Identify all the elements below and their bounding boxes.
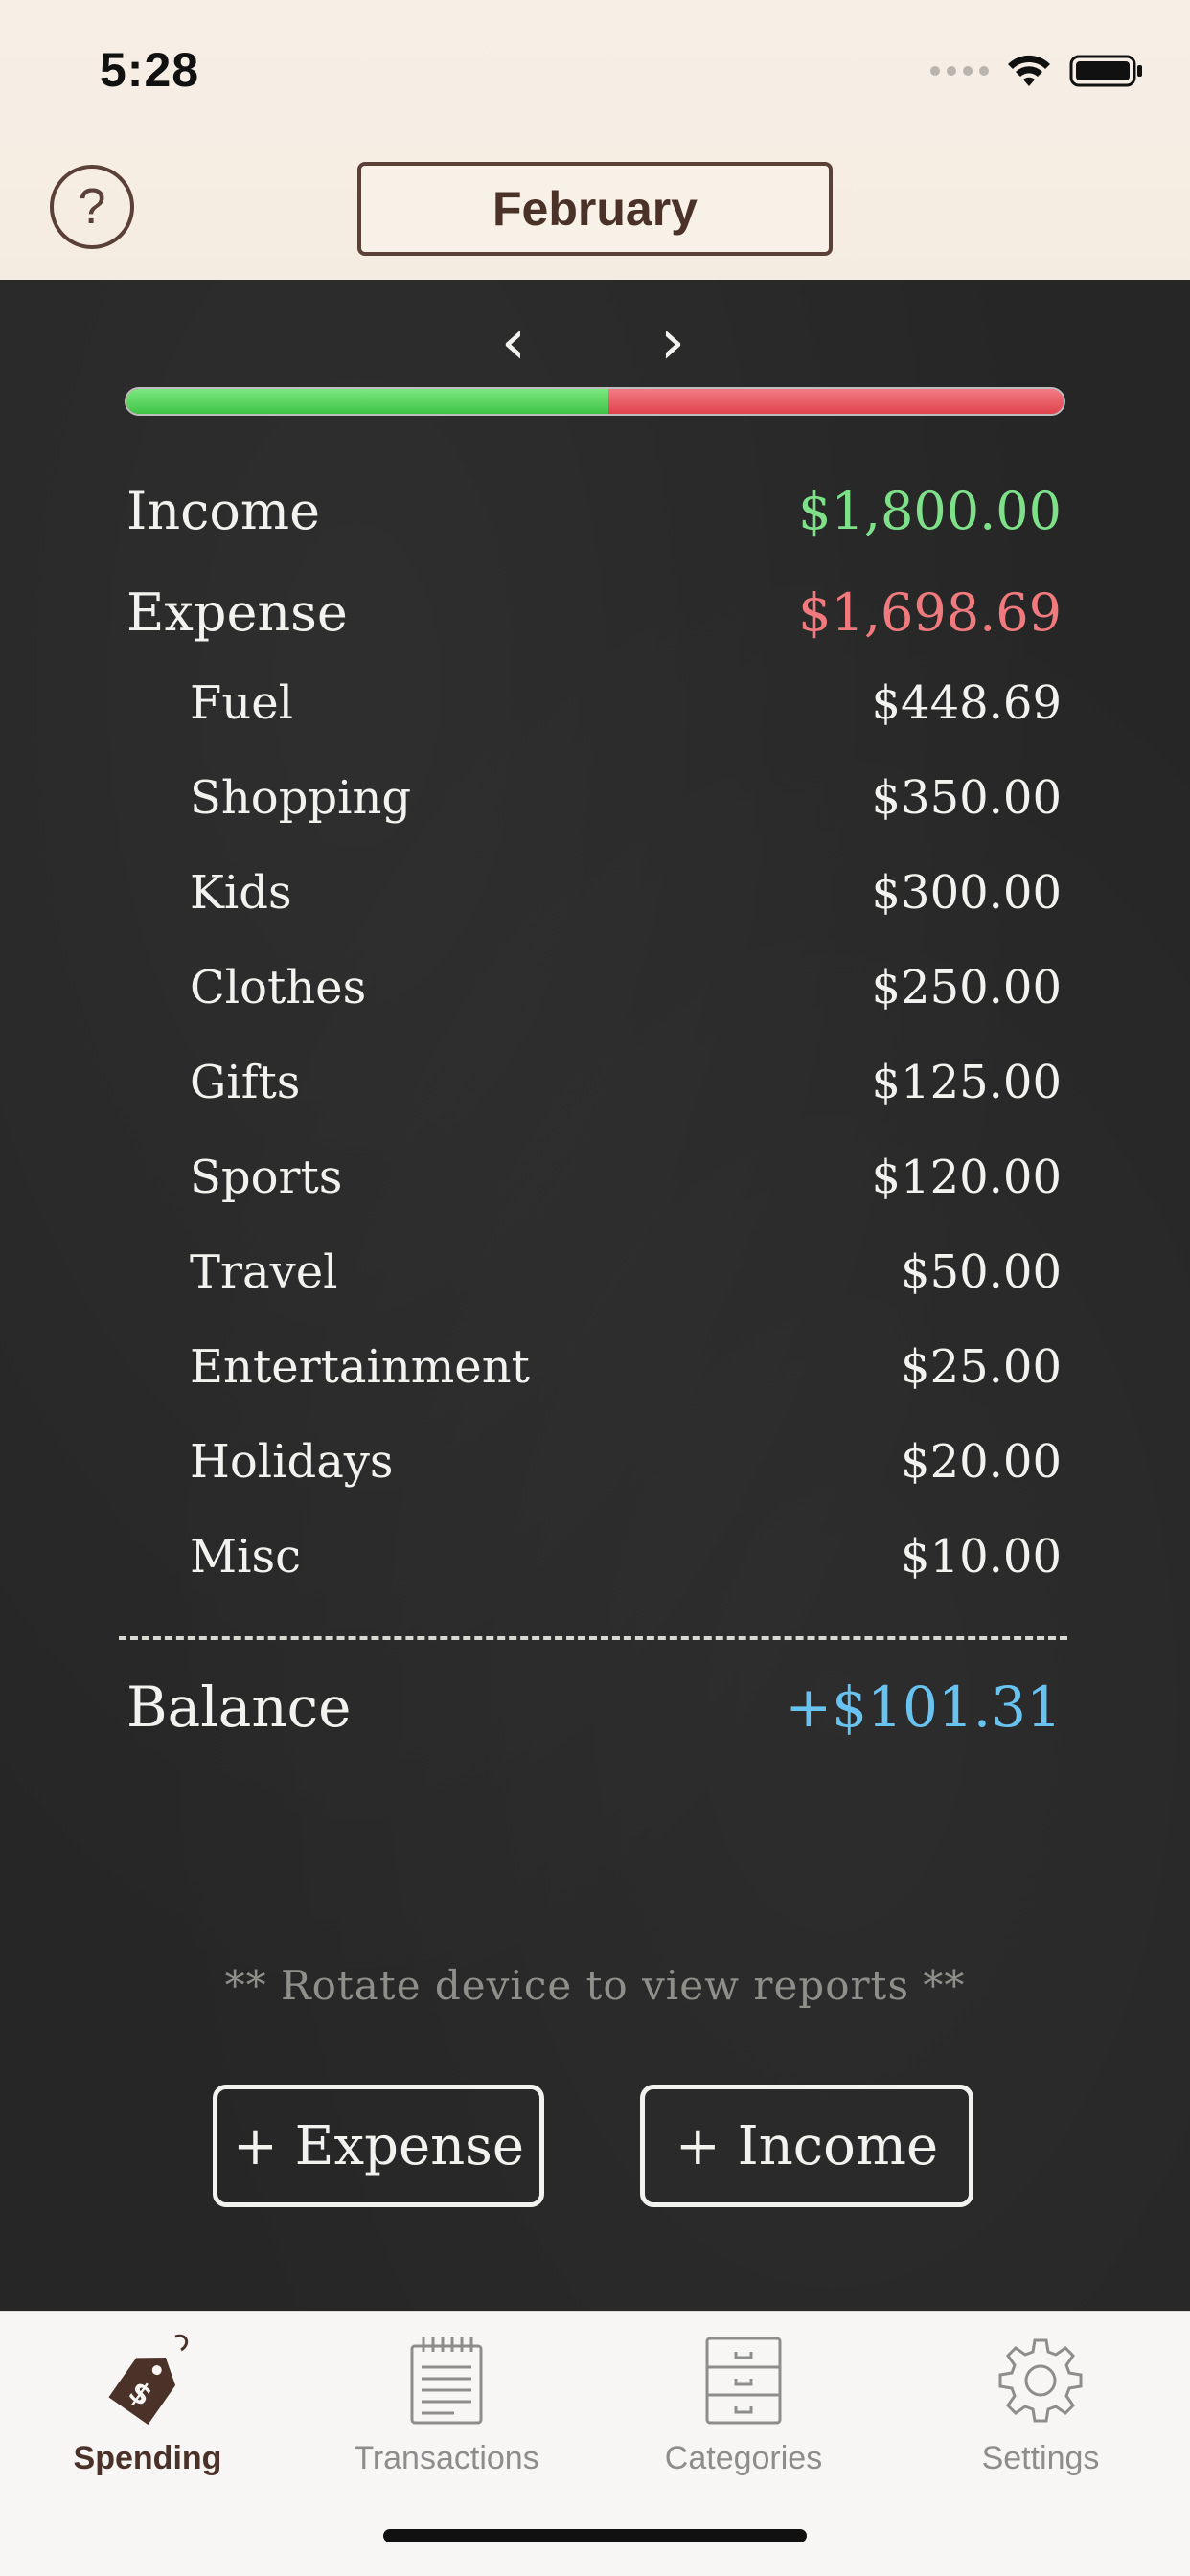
category-row: Gifts $125.00 xyxy=(0,1056,1190,1132)
category-row: Fuel $448.69 xyxy=(0,676,1190,753)
top-header: 5:28 ? February xyxy=(0,0,1190,280)
tab-settings-label: Settings xyxy=(981,2440,1100,2476)
status-time: 5:28 xyxy=(100,43,200,97)
category-amount: $448.69 xyxy=(871,676,1063,730)
gear-icon xyxy=(998,2338,1083,2423)
category-name: Fuel xyxy=(190,676,293,730)
rotate-hint: ** Rotate device to view reports ** xyxy=(224,1962,966,2009)
balance-label: Balance xyxy=(126,1675,352,1740)
notepad-icon xyxy=(410,2337,483,2425)
tab-settings[interactable]: Settings xyxy=(897,2331,1184,2477)
budget-progress-fill xyxy=(126,389,608,414)
price-tag-icon: $ xyxy=(108,2334,189,2426)
tab-categories-label: Categories xyxy=(664,2440,823,2476)
category-row: Entertainment $25.00 xyxy=(0,1340,1190,1417)
category-row: Sports $120.00 xyxy=(0,1151,1190,1227)
file-cabinet-icon xyxy=(705,2337,782,2425)
expense-row: Expense $1,698.69 xyxy=(0,582,1190,659)
category-row: Holidays $20.00 xyxy=(0,1435,1190,1512)
add-expense-button[interactable]: + Expense xyxy=(213,2085,544,2207)
category-amount: $20.00 xyxy=(901,1435,1062,1489)
category-name: Holidays xyxy=(190,1435,394,1489)
total-divider xyxy=(119,1636,1067,1640)
home-indicator xyxy=(383,2529,807,2542)
tab-spending-label: Spending xyxy=(73,2440,222,2476)
category-name: Sports xyxy=(190,1151,343,1204)
category-name: Entertainment xyxy=(190,1340,530,1394)
expense-value: $1,698.69 xyxy=(798,582,1062,643)
tab-spending[interactable]: $ Spending xyxy=(4,2331,291,2477)
category-row: Travel $50.00 xyxy=(0,1245,1190,1322)
tab-transactions-label: Transactions xyxy=(354,2440,539,2476)
balance-row: Balance +$101.31 xyxy=(0,1675,1190,1751)
income-row: Income $1,800.00 xyxy=(0,481,1190,558)
category-amount: $120.00 xyxy=(871,1151,1063,1204)
category-amount: $125.00 xyxy=(871,1056,1063,1109)
category-amount: $250.00 xyxy=(871,961,1063,1014)
category-name: Travel xyxy=(190,1245,338,1299)
help-button[interactable]: ? xyxy=(50,165,134,249)
income-label: Income xyxy=(126,481,321,541)
previous-month-button[interactable]: ‹ xyxy=(485,308,542,376)
next-month-button[interactable]: › xyxy=(644,308,701,376)
month-selector-button[interactable]: February xyxy=(357,162,833,256)
battery-icon xyxy=(1069,55,1142,87)
category-amount: $300.00 xyxy=(871,866,1063,920)
category-name: Clothes xyxy=(190,961,367,1014)
budget-progress-remaining xyxy=(607,389,1064,414)
category-amount: $25.00 xyxy=(901,1340,1062,1394)
category-row: Clothes $250.00 xyxy=(0,961,1190,1037)
balance-value: +$101.31 xyxy=(785,1675,1062,1740)
income-value: $1,800.00 xyxy=(798,481,1062,541)
category-row: Misc $10.00 xyxy=(0,1530,1190,1607)
category-row: Shopping $350.00 xyxy=(0,771,1190,848)
category-row: Kids $300.00 xyxy=(0,866,1190,943)
category-name: Gifts xyxy=(190,1056,301,1109)
budget-progress-bar xyxy=(125,387,1065,416)
category-amount: $50.00 xyxy=(901,1245,1062,1299)
expense-label: Expense xyxy=(126,582,348,643)
category-name: Shopping xyxy=(190,771,412,825)
add-income-button[interactable]: + Income xyxy=(640,2085,973,2207)
tab-categories[interactable]: Categories xyxy=(600,2331,887,2477)
category-name: Misc xyxy=(190,1530,302,1584)
status-icons xyxy=(930,54,1144,88)
category-name: Kids xyxy=(190,866,292,920)
tab-transactions[interactable]: Transactions xyxy=(303,2331,590,2477)
category-amount: $350.00 xyxy=(871,771,1063,825)
wifi-icon xyxy=(1008,55,1050,86)
category-amount: $10.00 xyxy=(901,1530,1062,1584)
cellular-signal-icon xyxy=(930,66,989,76)
